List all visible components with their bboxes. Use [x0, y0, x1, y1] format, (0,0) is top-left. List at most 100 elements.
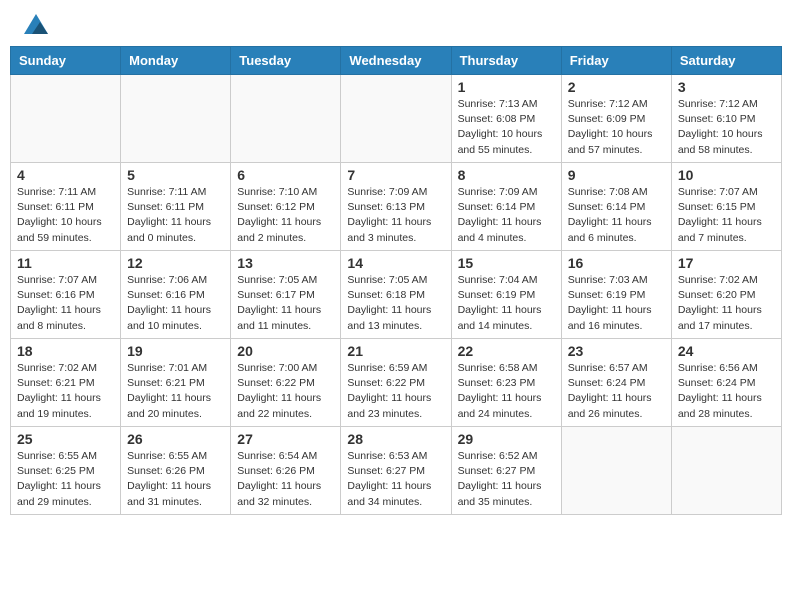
calendar-header-row: SundayMondayTuesdayWednesdayThursdayFrid… — [11, 47, 782, 75]
calendar-table: SundayMondayTuesdayWednesdayThursdayFrid… — [10, 46, 782, 515]
day-info: Sunrise: 7:05 AMSunset: 6:17 PMDaylight:… — [237, 273, 334, 334]
day-info: Sunrise: 7:10 AMSunset: 6:12 PMDaylight:… — [237, 185, 334, 246]
day-number: 3 — [678, 79, 775, 95]
calendar-cell: 4 Sunrise: 7:11 AMSunset: 6:11 PMDaylight… — [11, 163, 121, 251]
day-number: 28 — [347, 431, 444, 447]
calendar-cell: 9 Sunrise: 7:08 AMSunset: 6:14 PMDaylight… — [561, 163, 671, 251]
calendar-cell: 15 Sunrise: 7:04 AMSunset: 6:19 PMDayligh… — [451, 251, 561, 339]
calendar-cell: 2 Sunrise: 7:12 AMSunset: 6:09 PMDaylight… — [561, 75, 671, 163]
day-number: 11 — [17, 255, 114, 271]
day-info: Sunrise: 6:56 AMSunset: 6:24 PMDaylight:… — [678, 361, 775, 422]
day-number: 2 — [568, 79, 665, 95]
week-row-1: 1Sunrise: 7:13 AMSunset: 6:08 PMDaylight… — [11, 75, 782, 163]
calendar-cell: 24 Sunrise: 6:56 AMSunset: 6:24 PMDayligh… — [671, 339, 781, 427]
logo-icon — [24, 14, 48, 34]
page-header — [10, 10, 782, 38]
day-header-thursday: Thursday — [451, 47, 561, 75]
day-header-friday: Friday — [561, 47, 671, 75]
calendar-cell: 1Sunrise: 7:13 AMSunset: 6:08 PMDaylight… — [451, 75, 561, 163]
day-number: 19 — [127, 343, 224, 359]
calendar-cell: 28 Sunrise: 6:53 AMSunset: 6:27 PMDayligh… — [341, 427, 451, 515]
day-info: Sunrise: 7:11 AMSunset: 6:11 PMDaylight:… — [17, 185, 114, 246]
day-number: 7 — [347, 167, 444, 183]
day-number: 6 — [237, 167, 334, 183]
day-info: Sunrise: 6:55 AMSunset: 6:25 PMDaylight:… — [17, 449, 114, 510]
calendar-cell: 11 Sunrise: 7:07 AMSunset: 6:16 PMDayligh… — [11, 251, 121, 339]
calendar-cell: 10 Sunrise: 7:07 AMSunset: 6:15 PMDayligh… — [671, 163, 781, 251]
day-number: 29 — [458, 431, 555, 447]
calendar-cell: 13 Sunrise: 7:05 AMSunset: 6:17 PMDayligh… — [231, 251, 341, 339]
calendar-cell: 12 Sunrise: 7:06 AMSunset: 6:16 PMDayligh… — [121, 251, 231, 339]
calendar-cell — [341, 75, 451, 163]
day-info: Sunrise: 7:11 AMSunset: 6:11 PMDaylight:… — [127, 185, 224, 246]
day-header-sunday: Sunday — [11, 47, 121, 75]
day-header-monday: Monday — [121, 47, 231, 75]
logo — [18, 14, 48, 34]
calendar-cell: 21 Sunrise: 6:59 AMSunset: 6:22 PMDayligh… — [341, 339, 451, 427]
day-number: 4 — [17, 167, 114, 183]
day-info: Sunrise: 6:52 AMSunset: 6:27 PMDaylight:… — [458, 449, 555, 510]
week-row-2: 4 Sunrise: 7:11 AMSunset: 6:11 PMDaylight… — [11, 163, 782, 251]
calendar-cell: 29 Sunrise: 6:52 AMSunset: 6:27 PMDayligh… — [451, 427, 561, 515]
day-info: Sunrise: 7:12 AMSunset: 6:09 PMDaylight:… — [568, 97, 665, 158]
day-info: Sunrise: 7:05 AMSunset: 6:18 PMDaylight:… — [347, 273, 444, 334]
day-info: Sunrise: 7:07 AMSunset: 6:16 PMDaylight:… — [17, 273, 114, 334]
calendar-cell: 26Sunrise: 6:55 AMSunset: 6:26 PMDayligh… — [121, 427, 231, 515]
day-info: Sunrise: 7:03 AMSunset: 6:19 PMDaylight:… — [568, 273, 665, 334]
day-info: Sunrise: 7:02 AMSunset: 6:20 PMDaylight:… — [678, 273, 775, 334]
day-number: 25 — [17, 431, 114, 447]
calendar-cell — [11, 75, 121, 163]
day-number: 9 — [568, 167, 665, 183]
calendar-cell: 22Sunrise: 6:58 AMSunset: 6:23 PMDayligh… — [451, 339, 561, 427]
calendar-cell: 16 Sunrise: 7:03 AMSunset: 6:19 PMDayligh… — [561, 251, 671, 339]
calendar-cell: 5 Sunrise: 7:11 AMSunset: 6:11 PMDaylight… — [121, 163, 231, 251]
calendar-cell: 17 Sunrise: 7:02 AMSunset: 6:20 PMDayligh… — [671, 251, 781, 339]
day-number: 5 — [127, 167, 224, 183]
calendar-cell — [671, 427, 781, 515]
day-number: 14 — [347, 255, 444, 271]
calendar-cell — [121, 75, 231, 163]
day-info: Sunrise: 6:54 AMSunset: 6:26 PMDaylight:… — [237, 449, 334, 510]
day-info: Sunrise: 6:59 AMSunset: 6:22 PMDaylight:… — [347, 361, 444, 422]
day-number: 27 — [237, 431, 334, 447]
day-info: Sunrise: 7:12 AMSunset: 6:10 PMDaylight:… — [678, 97, 775, 158]
calendar-cell: 27 Sunrise: 6:54 AMSunset: 6:26 PMDayligh… — [231, 427, 341, 515]
day-info: Sunrise: 7:00 AMSunset: 6:22 PMDaylight:… — [237, 361, 334, 422]
day-number: 8 — [458, 167, 555, 183]
calendar-cell: 3 Sunrise: 7:12 AMSunset: 6:10 PMDaylight… — [671, 75, 781, 163]
day-number: 24 — [678, 343, 775, 359]
day-header-wednesday: Wednesday — [341, 47, 451, 75]
day-info: Sunrise: 7:06 AMSunset: 6:16 PMDaylight:… — [127, 273, 224, 334]
day-number: 13 — [237, 255, 334, 271]
day-info: Sunrise: 7:04 AMSunset: 6:19 PMDaylight:… — [458, 273, 555, 334]
calendar-cell: 7 Sunrise: 7:09 AMSunset: 6:13 PMDaylight… — [341, 163, 451, 251]
day-info: Sunrise: 6:53 AMSunset: 6:27 PMDaylight:… — [347, 449, 444, 510]
day-info: Sunrise: 7:09 AMSunset: 6:14 PMDaylight:… — [458, 185, 555, 246]
day-info: Sunrise: 7:02 AMSunset: 6:21 PMDaylight:… — [17, 361, 114, 422]
day-info: Sunrise: 7:09 AMSunset: 6:13 PMDaylight:… — [347, 185, 444, 246]
calendar-cell: 18Sunrise: 7:02 AMSunset: 6:21 PMDayligh… — [11, 339, 121, 427]
calendar-cell: 6 Sunrise: 7:10 AMSunset: 6:12 PMDaylight… — [231, 163, 341, 251]
week-row-3: 11 Sunrise: 7:07 AMSunset: 6:16 PMDayligh… — [11, 251, 782, 339]
week-row-5: 25 Sunrise: 6:55 AMSunset: 6:25 PMDayligh… — [11, 427, 782, 515]
day-number: 26 — [127, 431, 224, 447]
day-info: Sunrise: 7:13 AMSunset: 6:08 PMDaylight:… — [458, 97, 555, 158]
day-info: Sunrise: 7:01 AMSunset: 6:21 PMDaylight:… — [127, 361, 224, 422]
day-info: Sunrise: 7:07 AMSunset: 6:15 PMDaylight:… — [678, 185, 775, 246]
day-number: 15 — [458, 255, 555, 271]
day-info: Sunrise: 7:08 AMSunset: 6:14 PMDaylight:… — [568, 185, 665, 246]
day-number: 12 — [127, 255, 224, 271]
calendar-cell: 19 Sunrise: 7:01 AMSunset: 6:21 PMDayligh… — [121, 339, 231, 427]
day-number: 20 — [237, 343, 334, 359]
calendar-cell: 23 Sunrise: 6:57 AMSunset: 6:24 PMDayligh… — [561, 339, 671, 427]
day-info: Sunrise: 6:57 AMSunset: 6:24 PMDaylight:… — [568, 361, 665, 422]
day-number: 10 — [678, 167, 775, 183]
calendar-cell: 8 Sunrise: 7:09 AMSunset: 6:14 PMDaylight… — [451, 163, 561, 251]
day-number: 21 — [347, 343, 444, 359]
day-number: 16 — [568, 255, 665, 271]
calendar-cell — [231, 75, 341, 163]
day-number: 17 — [678, 255, 775, 271]
day-number: 23 — [568, 343, 665, 359]
calendar-cell: 20 Sunrise: 7:00 AMSunset: 6:22 PMDayligh… — [231, 339, 341, 427]
day-header-saturday: Saturday — [671, 47, 781, 75]
